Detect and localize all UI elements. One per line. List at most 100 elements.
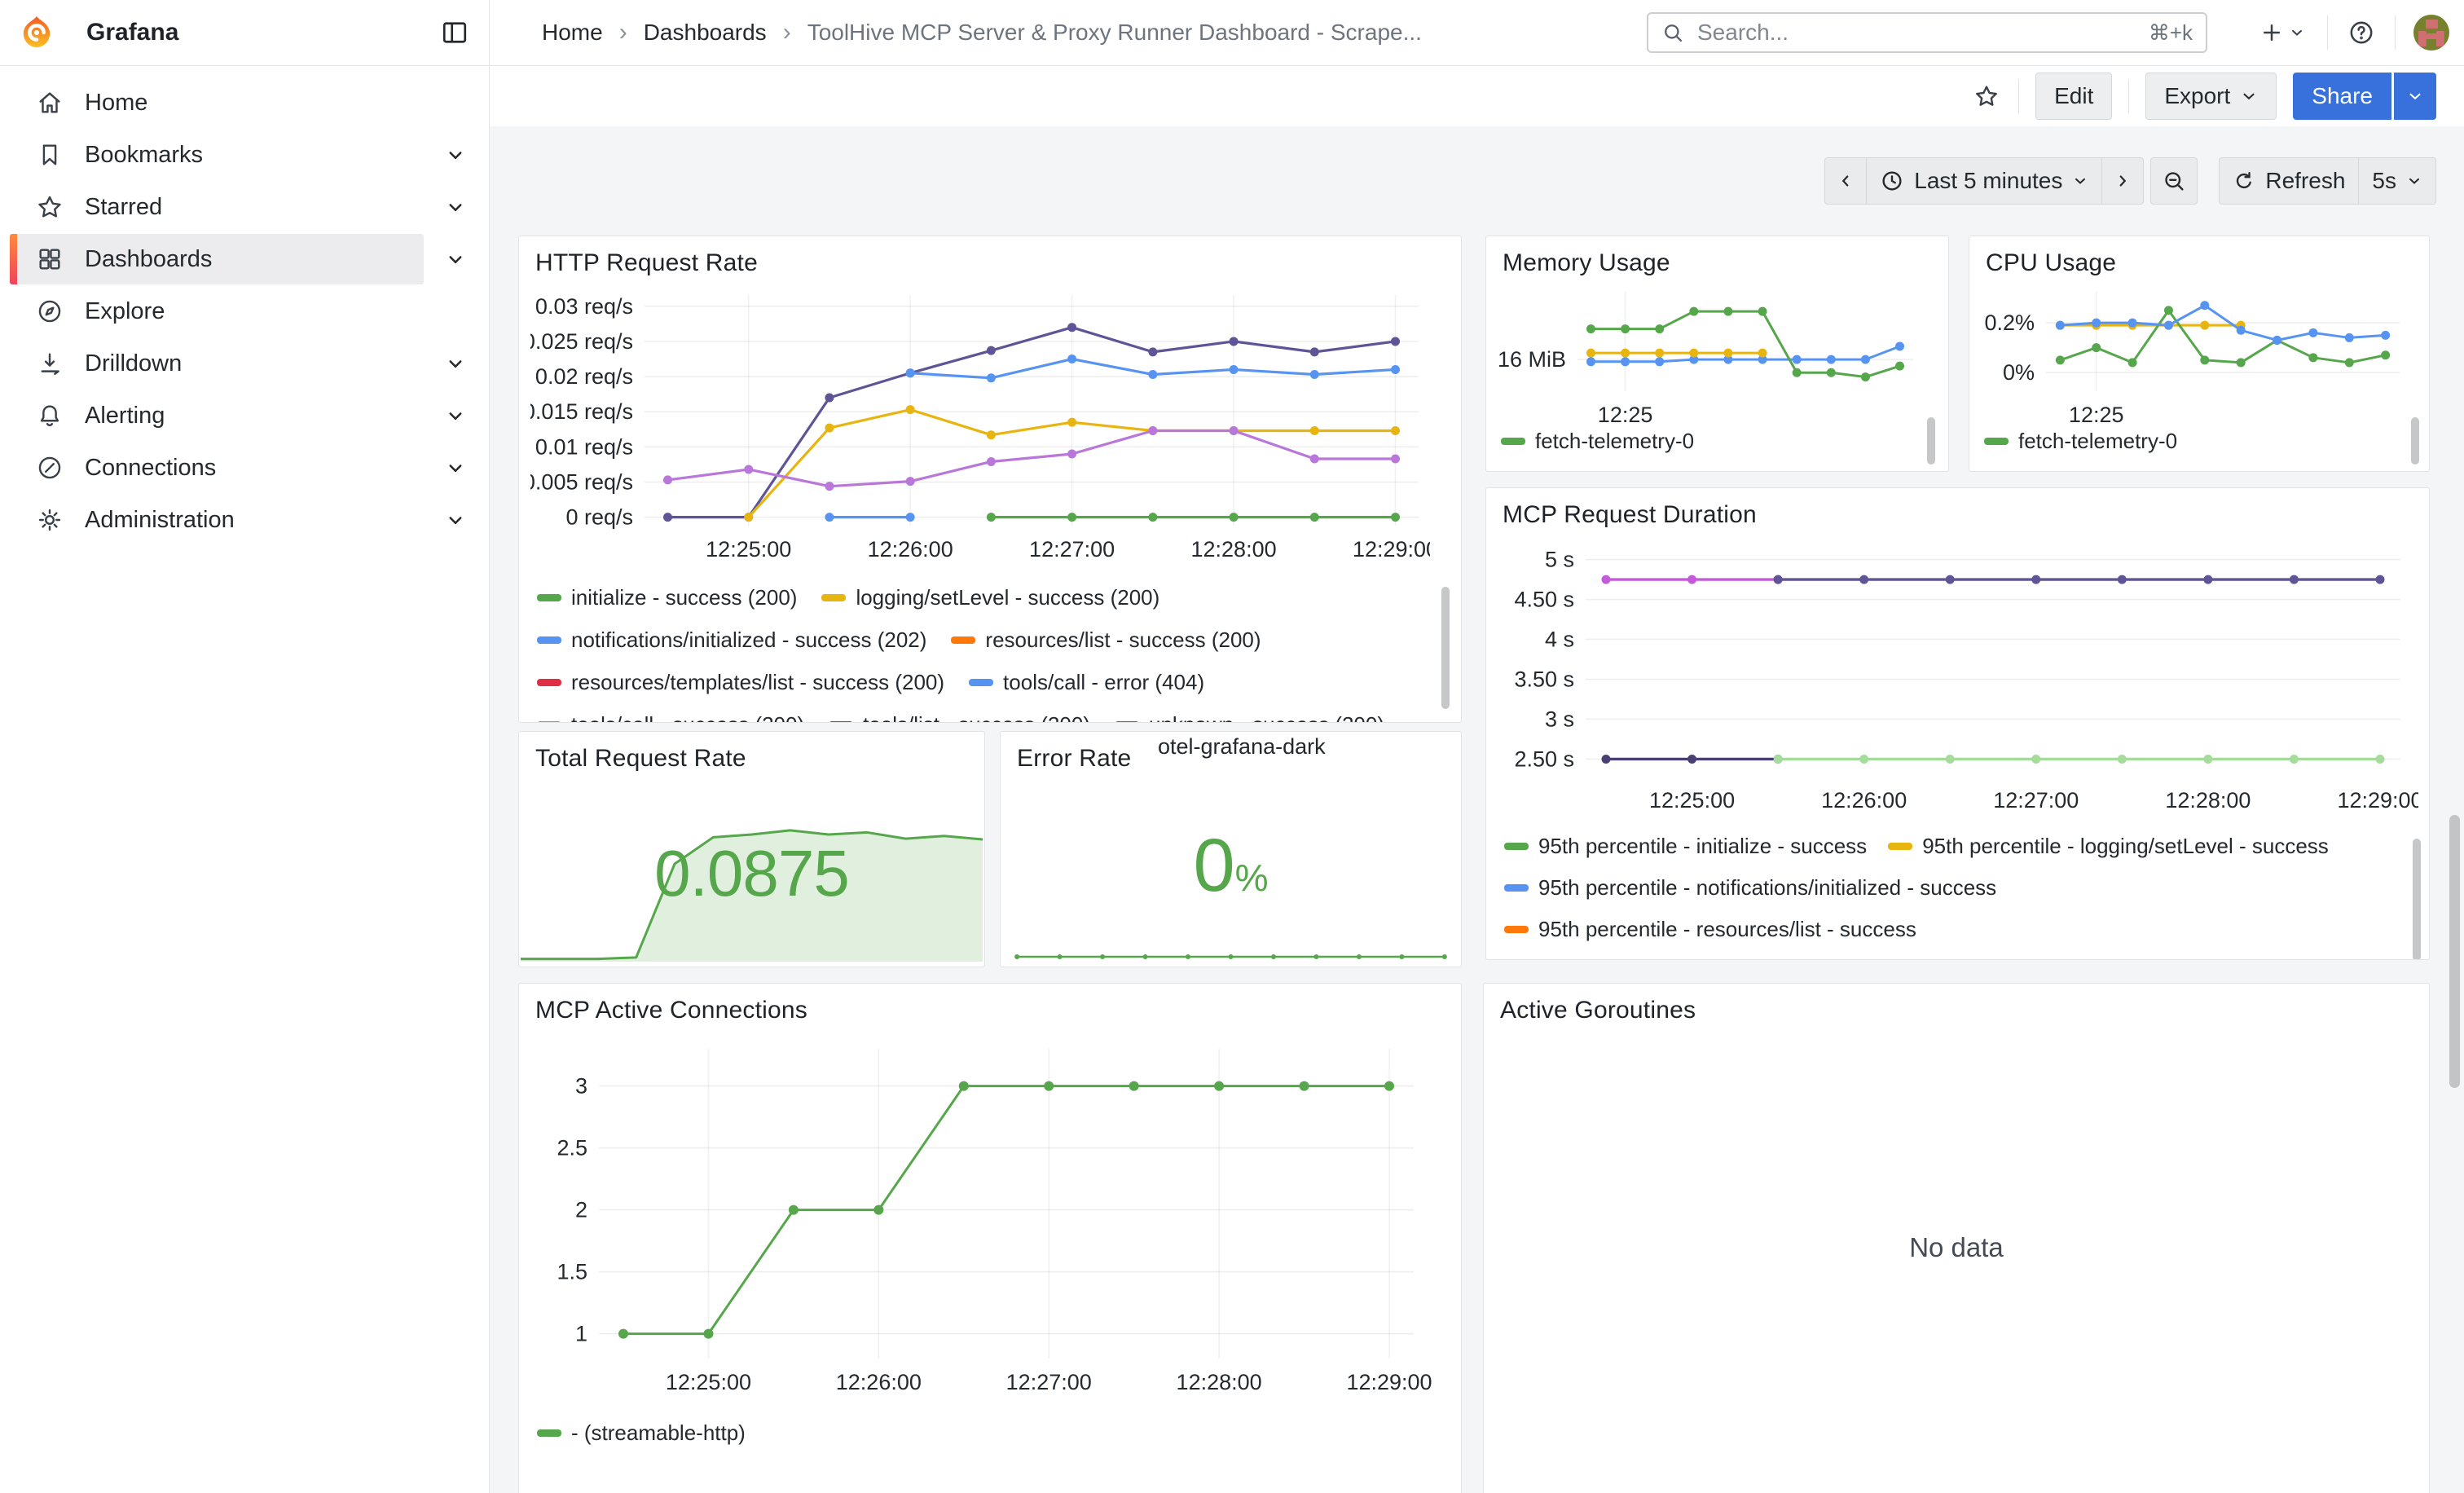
svg-text:0.02 req/s: 0.02 req/s bbox=[535, 364, 633, 389]
legend-item[interactable]: 95th percentile - resources/templates/li… bbox=[1504, 958, 2014, 960]
sidebar-item-connections[interactable]: Connections bbox=[0, 442, 489, 494]
brand-name[interactable]: Grafana bbox=[86, 0, 178, 65]
legend-swatch bbox=[1504, 843, 1529, 850]
svg-text:12:26:00: 12:26:00 bbox=[868, 537, 953, 562]
chevron-down-icon[interactable] bbox=[443, 403, 468, 428]
legend-item[interactable]: tools/call - success (200) bbox=[537, 712, 804, 723]
legend-swatch bbox=[951, 636, 975, 644]
sidebar-item-home[interactable]: Home bbox=[0, 77, 489, 129]
cpu-legend: fetch-telemetry-0 bbox=[1984, 429, 2326, 461]
search-box[interactable]: ⌘+k bbox=[1647, 12, 2207, 53]
legend-item[interactable]: 95th percentile - logging/setLevel - suc… bbox=[1888, 834, 2329, 859]
http-request-rate-chart[interactable]: 12:25:0012:26:0012:27:0012:28:0012:29:00… bbox=[530, 284, 1430, 565]
legend-label: fetch-telemetry-0 bbox=[2018, 429, 2177, 454]
svg-text:0%: 0% bbox=[2003, 360, 2035, 385]
legend-scrollbar[interactable] bbox=[2411, 417, 2419, 465]
sidebar-item-drilldown[interactable]: Drilldown bbox=[0, 337, 489, 390]
edit-button[interactable]: Edit bbox=[2035, 73, 2112, 120]
search-input[interactable] bbox=[1696, 19, 2137, 46]
top-navigation-bar: Grafana Home › Dashboards › ToolHive MCP… bbox=[0, 0, 2464, 66]
chevron-right-icon bbox=[2114, 172, 2132, 190]
legend-item[interactable]: - (streamable-http) bbox=[537, 1420, 746, 1446]
breadcrumb-home[interactable]: Home bbox=[542, 20, 603, 46]
legend-scrollbar[interactable] bbox=[1927, 417, 1935, 465]
time-back-button[interactable] bbox=[1824, 157, 1867, 205]
legend-item[interactable]: resources/list - success (200) bbox=[951, 628, 1261, 653]
svg-text:5 s: 5 s bbox=[1545, 548, 1574, 572]
chevron-down-icon bbox=[2406, 173, 2422, 189]
legend-scrollbar[interactable] bbox=[2413, 839, 2421, 960]
chevron-down-icon[interactable] bbox=[443, 195, 468, 219]
chevron-down-icon[interactable] bbox=[443, 247, 468, 271]
star-icon[interactable] bbox=[1971, 81, 2002, 112]
mcp-active-connections-chart[interactable]: 12:25:0012:26:0012:27:0012:28:0012:29:00… bbox=[527, 1037, 1443, 1403]
chevron-down-icon[interactable] bbox=[443, 143, 468, 167]
cpu-usage-chart[interactable]: 12:250.2%0% bbox=[1973, 279, 2418, 425]
dashboards-icon bbox=[36, 245, 64, 273]
panel-title[interactable]: Total Request Rate bbox=[535, 745, 746, 773]
legend-item[interactable]: notifications/initialized - success (202… bbox=[537, 628, 926, 653]
sidebar-item-alerting[interactable]: Alerting bbox=[0, 390, 489, 442]
panel-title[interactable]: Active Goroutines bbox=[1500, 997, 1696, 1024]
refresh-button[interactable]: Refresh bbox=[2219, 157, 2359, 205]
chevron-down-icon[interactable] bbox=[443, 456, 468, 480]
explore-icon bbox=[36, 297, 64, 325]
grafana-logo-icon[interactable] bbox=[18, 14, 55, 51]
sidebar-item-bookmarks[interactable]: Bookmarks bbox=[0, 129, 489, 181]
breadcrumb-dashboards[interactable]: Dashboards bbox=[644, 20, 767, 46]
panel-title[interactable]: CPU Usage bbox=[1986, 249, 2116, 277]
svg-text:12:25:00: 12:25:00 bbox=[1649, 788, 1735, 813]
time-range-picker[interactable]: Last 5 minutes bbox=[1866, 157, 2102, 205]
sidebar-toggle-icon[interactable] bbox=[440, 18, 469, 47]
zoom-out-icon bbox=[2162, 169, 2186, 193]
legend-item[interactable]: resources/templates/list - success (200) bbox=[537, 670, 944, 695]
legend-item[interactable]: unknown - success (200) bbox=[1115, 712, 1384, 723]
sidebar-item-explore[interactable]: Explore bbox=[0, 285, 489, 337]
legend-item[interactable]: tools/list - success (200) bbox=[829, 712, 1090, 723]
time-controls: Last 5 minutes Refresh 5s bbox=[1824, 157, 2436, 205]
legend-item[interactable]: 95th percentile - resources/list - succe… bbox=[1504, 917, 1916, 942]
mcp-request-duration-chart[interactable]: 12:25:0012:26:0012:27:0012:28:0012:29:00… bbox=[1494, 532, 2418, 817]
panel-title[interactable]: MCP Request Duration bbox=[1503, 501, 1757, 529]
sidebar-item-label: Alerting bbox=[85, 403, 165, 429]
memory-usage-chart[interactable]: 12:2516 MiB bbox=[1493, 279, 1928, 425]
sidebar-item-dashboards[interactable]: Dashboards bbox=[0, 233, 489, 285]
panel-title[interactable]: Error Rate bbox=[1017, 745, 1131, 773]
svg-text:0.03 req/s: 0.03 req/s bbox=[535, 294, 633, 319]
page-scrollbar[interactable] bbox=[2449, 815, 2460, 1088]
sidebar-item-starred[interactable]: Starred bbox=[0, 181, 489, 233]
svg-text:12:27:00: 12:27:00 bbox=[1006, 1370, 1092, 1394]
legend-item[interactable]: fetch-telemetry-0 bbox=[1501, 429, 1694, 454]
panel-title[interactable]: MCP Active Connections bbox=[535, 997, 807, 1024]
legend-scrollbar[interactable] bbox=[1441, 587, 1450, 709]
legend-swatch bbox=[969, 679, 993, 686]
svg-text:12:29:00: 12:29:00 bbox=[1346, 1370, 1432, 1394]
search-icon bbox=[1661, 21, 1684, 44]
legend-item[interactable]: 95th percentile - initialize - success bbox=[1504, 834, 1867, 859]
sidebar-item-administration[interactable]: Administration bbox=[0, 494, 489, 546]
svg-text:12:28:00: 12:28:00 bbox=[1177, 1370, 1262, 1394]
share-caret-button[interactable] bbox=[2394, 73, 2436, 120]
chevron-down-icon[interactable] bbox=[443, 508, 468, 532]
legend-item[interactable]: fetch-telemetry-0 bbox=[1984, 429, 2177, 454]
legend-item[interactable]: initialize - success (200) bbox=[537, 585, 797, 610]
panel-title[interactable]: Memory Usage bbox=[1503, 249, 1670, 277]
share-button[interactable]: Share bbox=[2293, 73, 2391, 120]
error-rate-sparkline[interactable] bbox=[1002, 927, 1459, 963]
export-button[interactable]: Export bbox=[2145, 73, 2277, 120]
legend-item[interactable]: 95th percentile - notifications/initiali… bbox=[1504, 875, 1996, 901]
zoom-out-button[interactable] bbox=[2150, 157, 2198, 205]
alerting-icon bbox=[36, 402, 64, 429]
legend-item[interactable]: tools/call - error (404) bbox=[969, 670, 1204, 695]
svg-text:12:27:00: 12:27:00 bbox=[1993, 788, 2079, 813]
help-icon[interactable] bbox=[2346, 17, 2377, 48]
avatar[interactable] bbox=[2413, 15, 2449, 51]
time-forward-button[interactable] bbox=[2101, 157, 2144, 205]
chevron-down-icon[interactable] bbox=[443, 351, 468, 376]
legend-item[interactable]: logging/setLevel - success (200) bbox=[821, 585, 1159, 610]
svg-text:2: 2 bbox=[575, 1198, 587, 1222]
panel-title[interactable]: HTTP Request Rate bbox=[535, 249, 758, 277]
refresh-interval-picker[interactable]: 5s bbox=[2358, 157, 2436, 205]
add-new-button[interactable] bbox=[2255, 17, 2309, 48]
legend-swatch bbox=[1115, 721, 1139, 723]
